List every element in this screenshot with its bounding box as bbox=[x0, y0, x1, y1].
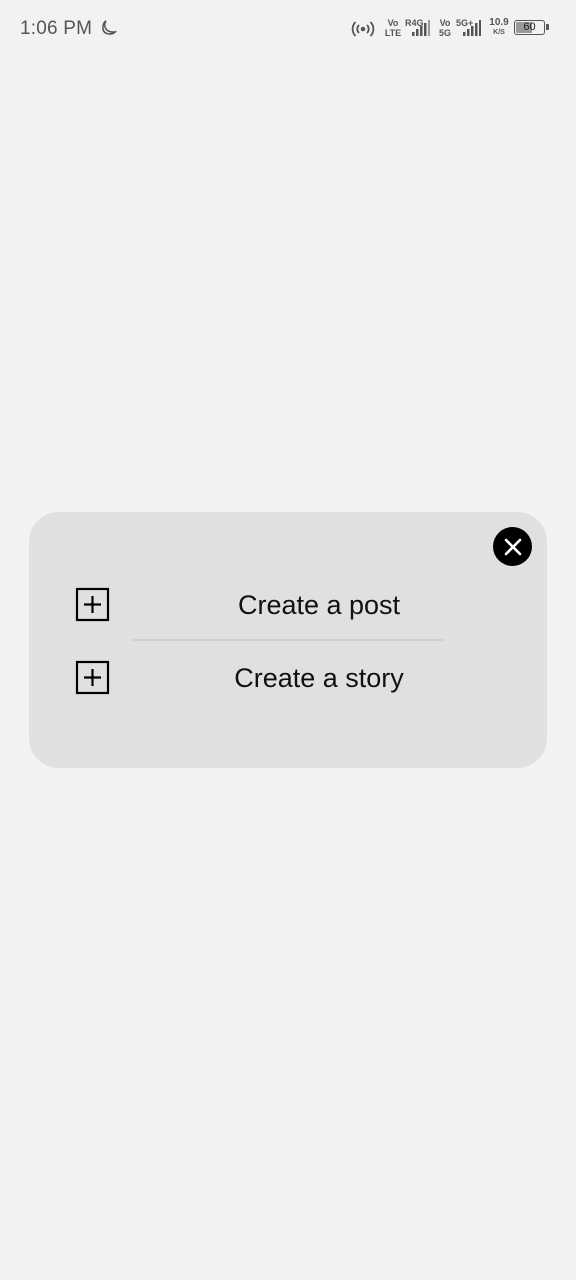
volte-indicator: Vo LTE bbox=[383, 18, 403, 38]
do-not-disturb-moon-icon bbox=[102, 20, 118, 35]
add-square-icon bbox=[75, 660, 110, 695]
create-story-option[interactable]: Create a story bbox=[69, 649, 509, 709]
volte-bottom-label: LTE bbox=[384, 28, 402, 38]
create-post-option[interactable]: Create a post bbox=[69, 576, 509, 636]
status-bar: 1:06 PM Vo LTE R4G Vo 5G 5G+ 10.9 K/S 60 bbox=[0, 0, 576, 58]
create-story-label: Create a story bbox=[234, 663, 404, 693]
hotspot-icon bbox=[351, 21, 375, 37]
network-speed-value: 10.9 bbox=[489, 17, 509, 28]
close-button[interactable] bbox=[493, 527, 532, 566]
network-speed: 10.9 K/S bbox=[488, 18, 510, 38]
volte-top-label: Vo bbox=[387, 18, 399, 28]
close-icon bbox=[504, 538, 521, 555]
signal-strength-icon bbox=[412, 20, 430, 36]
menu-divider bbox=[133, 639, 443, 641]
create-post-label: Create a post bbox=[237, 590, 401, 620]
create-popup-card: Create a post Create a story bbox=[29, 512, 547, 768]
battery-icon: 60 bbox=[514, 20, 549, 35]
add-square-icon bbox=[75, 587, 110, 622]
signal-strength-icon bbox=[463, 20, 481, 36]
status-time: 1:06 PM bbox=[20, 18, 93, 39]
network-speed-unit: K/S bbox=[493, 29, 505, 36]
vo5g-bottom-label: 5G bbox=[438, 28, 451, 38]
battery-level: 60 bbox=[523, 21, 536, 33]
vo5g-top-label: Vo bbox=[439, 18, 451, 28]
vo5g-indicator: Vo 5G bbox=[437, 18, 453, 38]
